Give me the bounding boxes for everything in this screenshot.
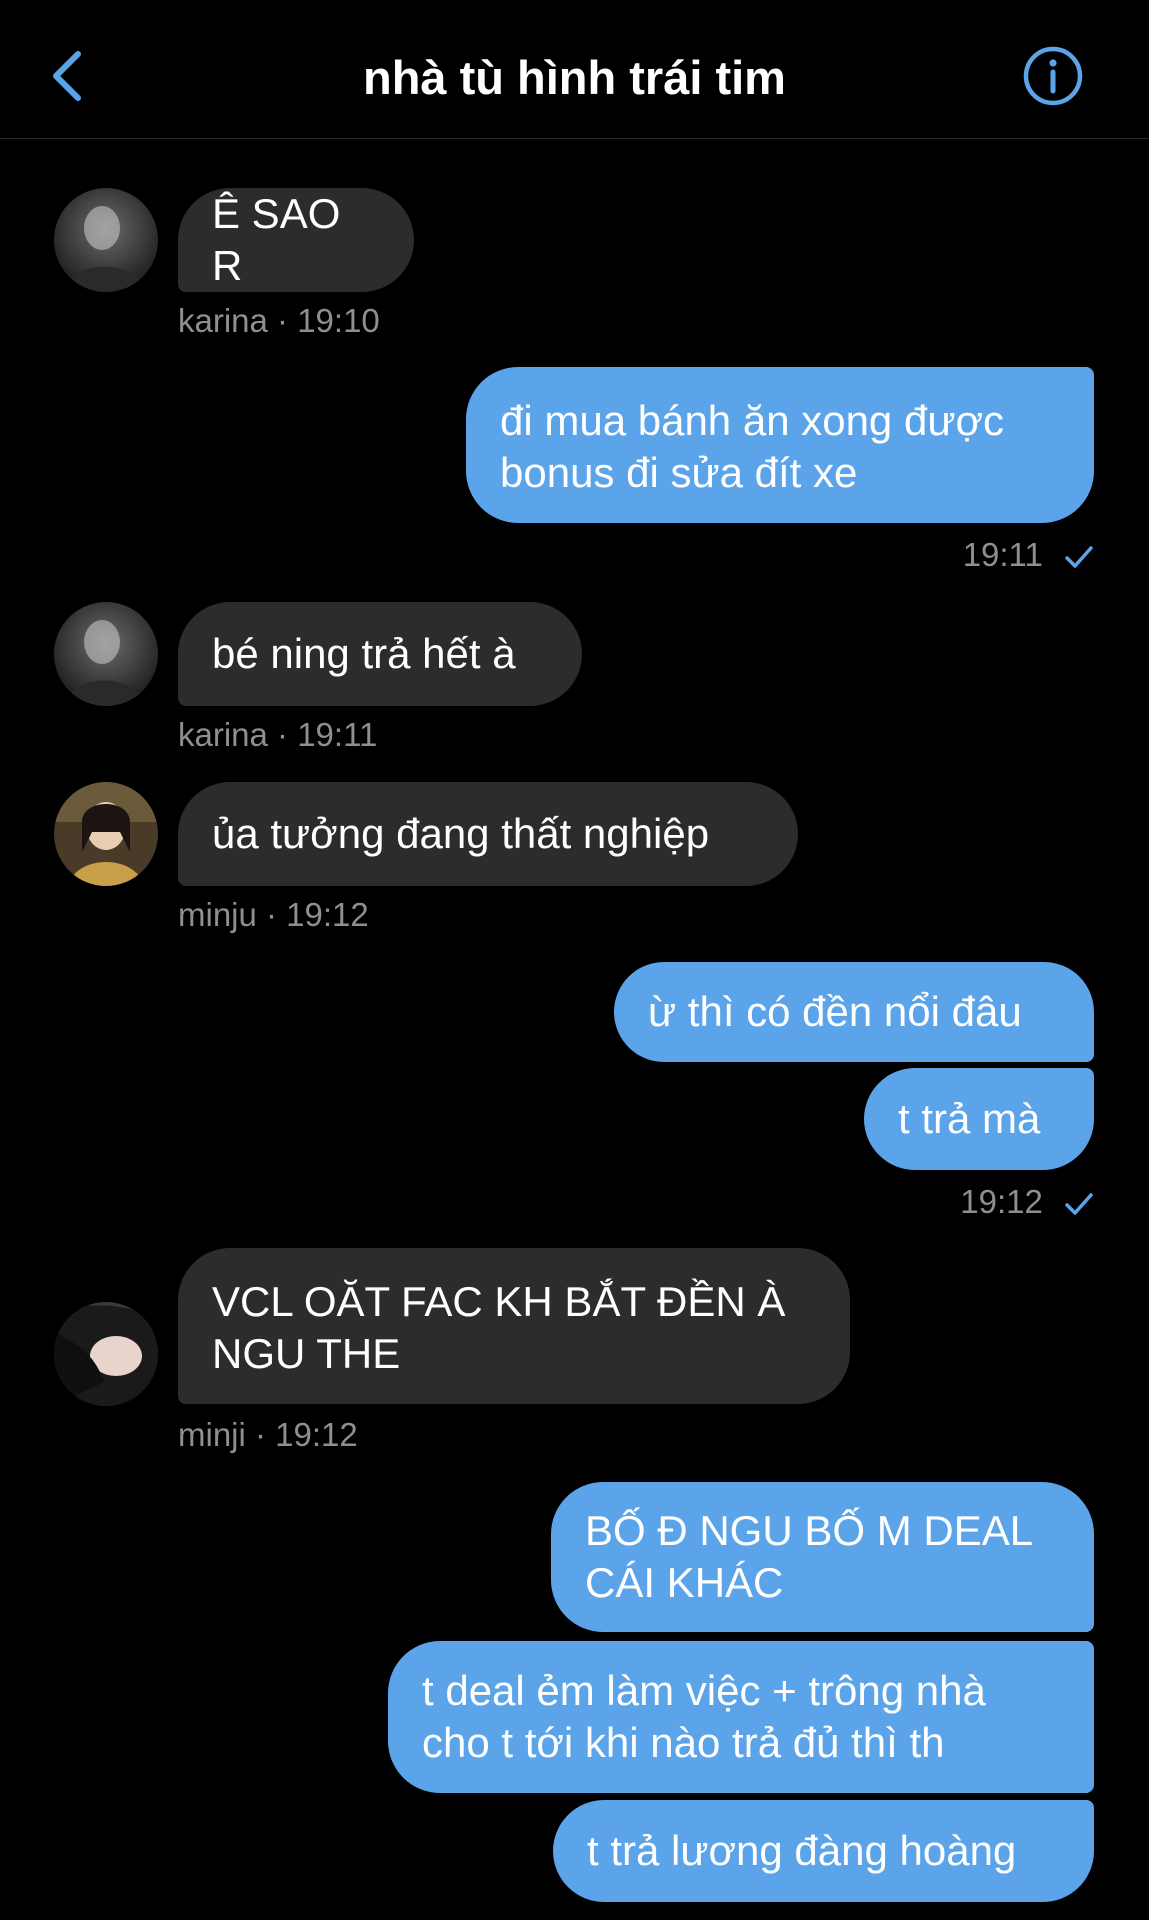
message-time: 19:11 xyxy=(962,536,1043,573)
message-meta: minji · 19:12 xyxy=(178,1416,358,1453)
message-bubble[interactable]: BỐ Đ NGU BỐ M DEAL CÁI KHÁC xyxy=(551,1482,1094,1632)
avatar-image xyxy=(54,188,158,292)
avatar-karina[interactable] xyxy=(54,188,158,292)
message-text: VCL OĂT FAC KH BẮT ĐỀN À NGU THE xyxy=(212,1278,786,1377)
message-bubble[interactable]: VCL OĂT FAC KH BẮT ĐỀN À NGU THE xyxy=(178,1248,850,1404)
checkmark-icon xyxy=(1065,546,1093,569)
message-bubble[interactable]: bé ning trả hết à xyxy=(178,602,582,706)
checkmark-icon xyxy=(1065,1193,1093,1216)
message-text: ủa tưởng đang thất nghiệp xyxy=(212,810,710,857)
message-bubble[interactable]: ủa tưởng đang thất nghiệp xyxy=(178,782,798,886)
message-bubble[interactable]: đi mua bánh ăn xong được bonus đi sửa đí… xyxy=(466,367,1094,523)
message-bubble[interactable]: t trả mà xyxy=(864,1068,1094,1170)
message-meta: minju · 19:12 xyxy=(178,896,369,933)
message-text: t deal ẻm làm việc + trông nhà cho t tới… xyxy=(422,1667,986,1766)
message-text: ừ thì có đền nổi đâu xyxy=(648,988,1022,1035)
message-text: đi mua bánh ăn xong được bonus đi sửa đí… xyxy=(500,397,1004,496)
message-bubble[interactable]: Ê SAO R xyxy=(178,188,414,292)
message-meta: karina · 19:10 xyxy=(178,302,380,339)
chat-header: nhà tù hình trái tim xyxy=(0,0,1149,139)
message-bubble[interactable]: t trả lương đàng hoàng xyxy=(553,1800,1094,1902)
message-text: BỐ Đ NGU BỐ M DEAL CÁI KHÁC xyxy=(585,1507,1032,1606)
message-time: 19:12 xyxy=(960,1183,1043,1220)
message-text: t trả lương đàng hoàng xyxy=(587,1827,1017,1874)
message-text: t trả mà xyxy=(898,1095,1041,1142)
message-bubble[interactable]: t deal ẻm làm việc + trông nhà cho t tới… xyxy=(388,1641,1094,1793)
avatar-minji[interactable] xyxy=(54,1302,158,1406)
message-text: bé ning trả hết à xyxy=(212,630,516,677)
message-meta: 19:11 xyxy=(900,536,1094,574)
info-button[interactable] xyxy=(1022,45,1084,107)
avatar-image xyxy=(54,1302,158,1406)
message-bubble[interactable]: ừ thì có đền nổi đâu xyxy=(614,962,1094,1062)
message-text: Ê SAO R xyxy=(212,190,341,289)
page-title: nhà tù hình trái tim xyxy=(363,51,786,104)
message-meta: karina · 19:11 xyxy=(178,716,378,753)
avatar-karina[interactable] xyxy=(54,602,158,706)
avatar-minju[interactable] xyxy=(54,782,158,886)
avatar-image xyxy=(54,782,158,886)
avatar-image xyxy=(54,602,158,706)
message-meta: 19:12 xyxy=(900,1183,1094,1221)
info-circle-icon xyxy=(1023,46,1083,106)
